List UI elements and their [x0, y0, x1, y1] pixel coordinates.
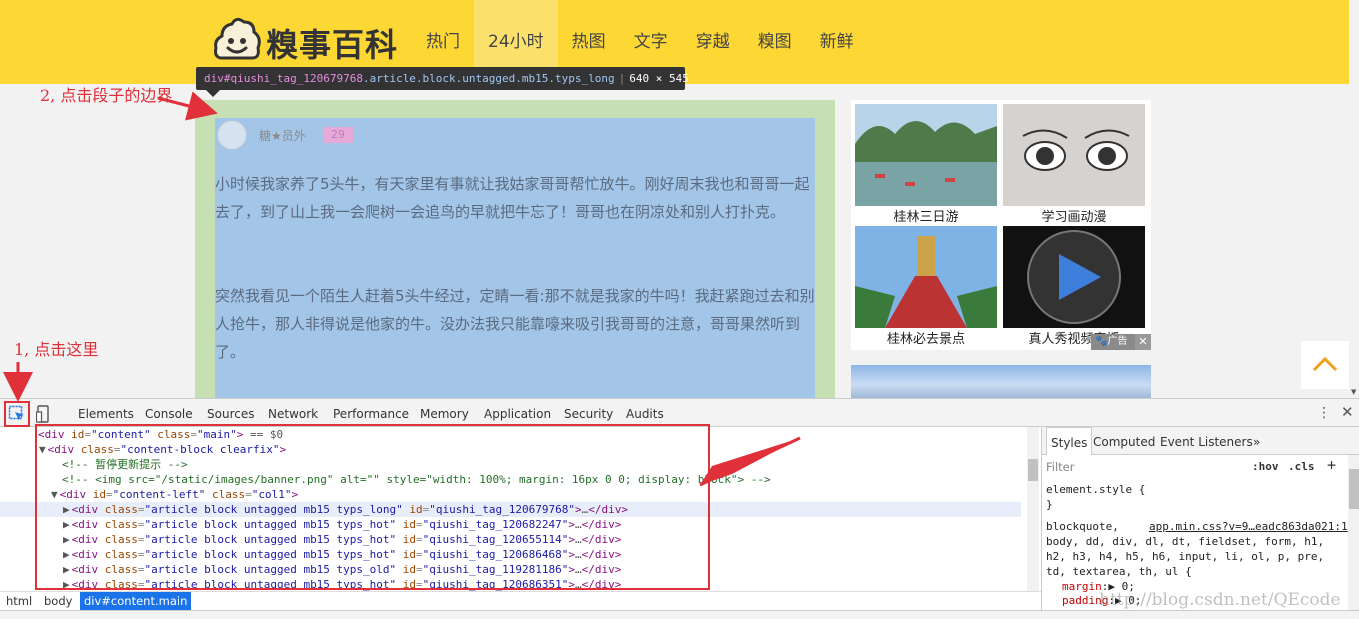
- nav-item[interactable]: 新鲜: [806, 0, 868, 84]
- devtools-tab-application[interactable]: Application: [484, 399, 551, 427]
- watermark: http://blog.csdn.net/QEcode: [1099, 590, 1341, 610]
- element-style-close: }: [1046, 498, 1053, 511]
- webpage-viewport: 糗事百科 热门 24小时 热图 文字 穿越 糗图 新鲜 糖★员外 29 小时候我家养了5头牛…: [0, 0, 1359, 398]
- back-to-top-button[interactable]: [1301, 341, 1349, 389]
- article-block-highlight[interactable]: 糖★员外 29 小时候我家养了5头牛，有天家里有事就让我姑家哥哥帮忙放牛。刚好周…: [195, 100, 835, 398]
- article-paragraph: 小时候我家养了5头牛，有天家里有事就让我姑家哥哥帮忙放牛。刚好周末我也和哥哥一起…: [215, 175, 810, 221]
- devtools-toolbar: Elements Console Sources Network Performance…: [0, 399, 1359, 427]
- ad-caption[interactable]: 桂林三日游: [855, 206, 997, 225]
- author-age-badge: 29: [323, 127, 353, 143]
- ad-badge[interactable]: 🐾广告 ✕: [1091, 334, 1151, 350]
- ad-caption[interactable]: 学习画动漫: [1003, 206, 1145, 225]
- tooltip-id: #qiushi_tag_120679768: [223, 72, 363, 85]
- ad-close-icon[interactable]: ✕: [1135, 334, 1151, 350]
- tooltip-size: 640 × 545: [629, 72, 689, 85]
- ad-image-river[interactable]: [855, 104, 997, 206]
- scroll-down-arrow-icon[interactable]: ▼: [1351, 388, 1356, 396]
- styles-tab-event-listeners[interactable]: Event Listeners: [1160, 427, 1253, 455]
- close-devtools-icon[interactable]: ✕: [1341, 403, 1354, 421]
- new-style-rule-icon[interactable]: +: [1327, 456, 1336, 474]
- smiley-logo-icon: [214, 17, 261, 60]
- annotation-step-2: 2, 点击段子的边界: [40, 86, 173, 105]
- devtools-tab-performance[interactable]: Performance: [333, 399, 409, 427]
- tooltip-tag: div: [204, 72, 224, 85]
- styles-pane: Styles Computed Event Listeners» Filter :h…: [1041, 427, 1359, 610]
- ad-caption[interactable]: 桂林必去景点: [855, 328, 997, 347]
- inspect-tooltip: div#qiushi_tag_120679768.article.block.u…: [196, 67, 689, 90]
- tooltip-classes: .article.block.untagged.mb15.typs_long: [362, 72, 615, 85]
- rule-selector[interactable]: blockquote,: [1046, 520, 1119, 533]
- ad-panel[interactable]: 桂林三日游 学习画动漫 桂林必去景点 真人秀视频直播 🐾广告 ✕: [851, 100, 1151, 350]
- scrollbar-thumb[interactable]: [1028, 459, 1038, 481]
- scrollbar-thumb[interactable]: [1349, 469, 1359, 509]
- ad-banner-sky[interactable]: [851, 365, 1151, 398]
- ad-image-anime-eyes[interactable]: [1003, 104, 1145, 206]
- devtools-tab-memory[interactable]: Memory: [420, 399, 469, 427]
- ad-image-video-play[interactable]: [1003, 226, 1145, 328]
- breadcrumb-item[interactable]: html: [6, 592, 32, 610]
- page-scrollbar[interactable]: ▼: [1349, 0, 1359, 398]
- author-avatar[interactable]: [217, 120, 247, 150]
- annotation-box-inspect: [4, 401, 30, 427]
- breadcrumb-item[interactable]: body: [44, 592, 72, 610]
- rule-selector[interactable]: h2, h3, h4, h5, h6, input, li, ol, p, pr…: [1046, 550, 1324, 563]
- styles-tab-styles[interactable]: Styles: [1046, 427, 1093, 455]
- site-logo[interactable]: 糗事百科: [212, 16, 397, 68]
- element-style-open[interactable]: element.style {: [1046, 483, 1145, 496]
- article-content-highlight[interactable]: 糖★员外 29 小时候我家养了5头牛，有天家里有事就让我姑家哥哥帮忙放牛。刚好周…: [215, 118, 815, 398]
- stylesheet-source-link[interactable]: app.min.css?v=9…eadc863da021:1: [1149, 520, 1348, 533]
- styles-tab-computed[interactable]: Computed: [1093, 427, 1155, 455]
- breadcrumb-item[interactable]: div#content.main: [80, 592, 192, 610]
- devtools-tab-elements[interactable]: Elements: [78, 399, 134, 427]
- rule-selector[interactable]: body, dd, div, dl, dt, fieldset, form, h…: [1046, 535, 1324, 548]
- dom-tree-scrollbar[interactable]: [1027, 427, 1039, 591]
- dom-breadcrumb: html body div#content.main: [0, 591, 1041, 610]
- devtools-tab-audits[interactable]: Audits: [626, 399, 664, 427]
- hover-state-toggle[interactable]: :hov: [1252, 460, 1279, 473]
- styles-tabs: Styles Computed Event Listeners»: [1042, 427, 1359, 455]
- nav-item[interactable]: 穿越: [682, 0, 744, 84]
- devtools-tab-sources[interactable]: Sources: [207, 399, 254, 427]
- ad-image-statue[interactable]: [855, 226, 997, 328]
- author-name[interactable]: 糖★员外: [259, 127, 306, 144]
- devtools-tab-security[interactable]: Security: [564, 399, 613, 427]
- annotation-box-dom: [35, 424, 710, 590]
- rule-selector[interactable]: td, textarea, th, ul {: [1046, 565, 1192, 578]
- device-toolbar-icon[interactable]: [36, 405, 50, 423]
- class-toggle[interactable]: .cls: [1288, 460, 1315, 473]
- more-options-icon[interactable]: ⋮: [1317, 405, 1331, 421]
- nav-item[interactable]: 糗图: [744, 0, 806, 84]
- article-paragraph: 突然我看见一个陌生人赶着5头牛经过，定睛一看:那不就是我家的牛吗！我赶紧跑过去和…: [215, 287, 815, 361]
- chevron-up-icon: [1312, 356, 1338, 372]
- devtools-drawer-bar: [0, 610, 1359, 619]
- devtools-tab-network[interactable]: Network: [268, 399, 318, 427]
- devtools-tab-console[interactable]: Console: [145, 399, 193, 427]
- styles-filter-input[interactable]: Filter: [1046, 460, 1074, 474]
- more-tabs-icon[interactable]: »: [1253, 427, 1260, 455]
- annotation-step-1: 1, 点击这里: [14, 340, 99, 359]
- logo-text: 糗事百科: [266, 26, 399, 64]
- tooltip-arrow: [206, 90, 220, 97]
- styles-scrollbar[interactable]: [1348, 455, 1359, 610]
